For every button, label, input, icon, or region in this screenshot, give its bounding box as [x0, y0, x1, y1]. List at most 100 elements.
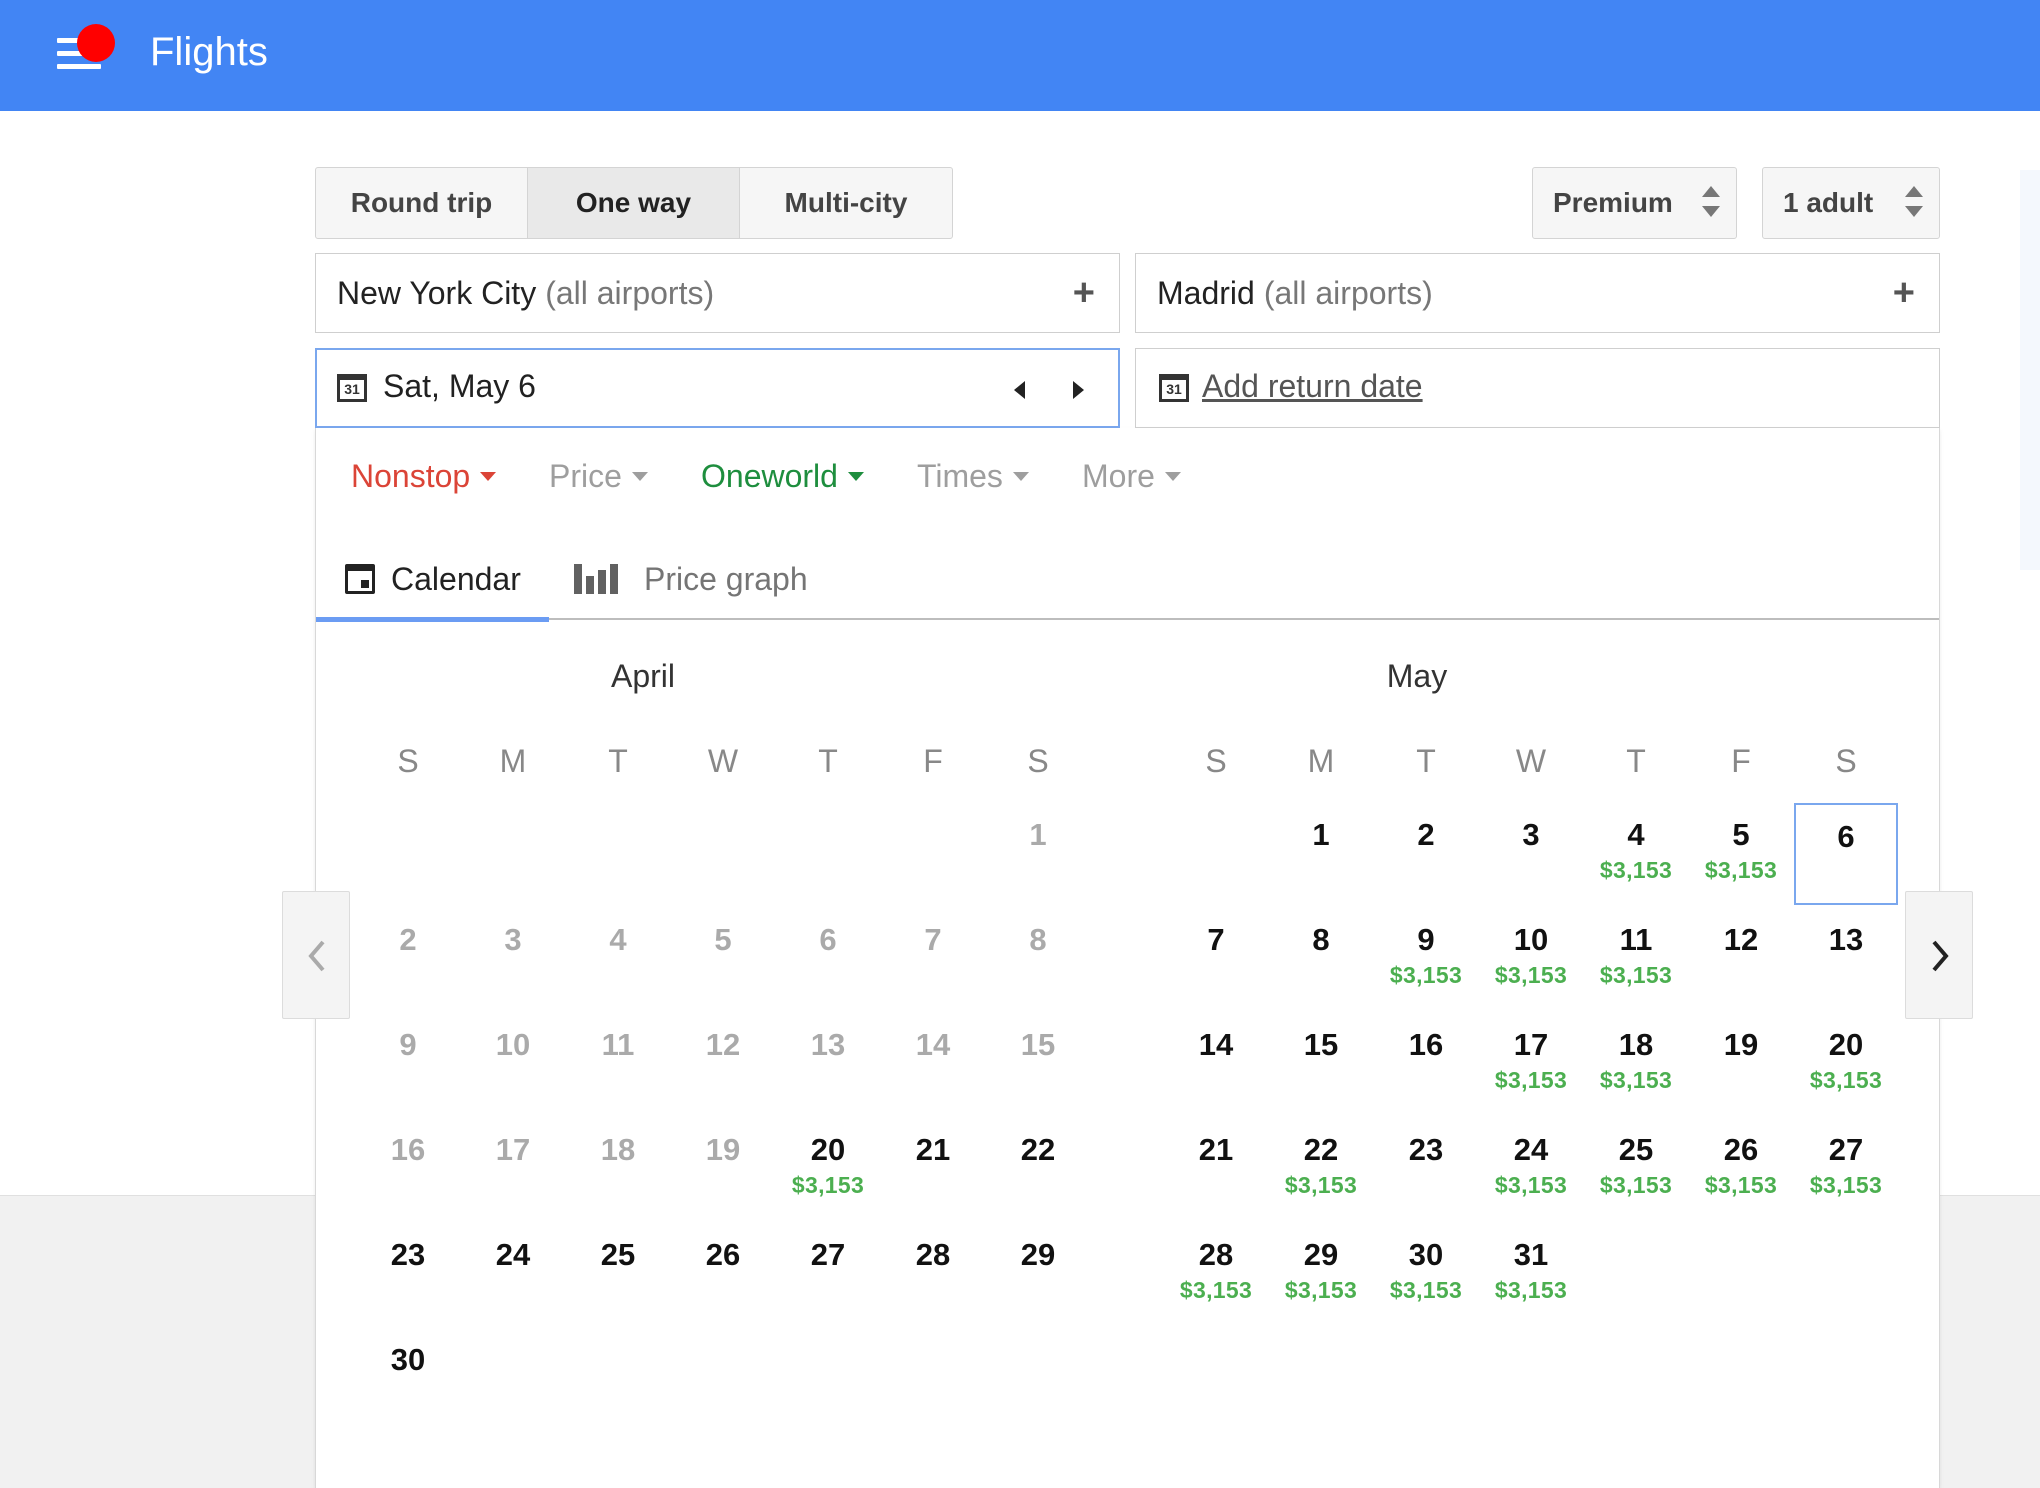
calendar-day[interactable]: 24 $3,153	[1479, 1118, 1583, 1220]
calendar-day[interactable]: 20 $3,153	[776, 1118, 880, 1220]
day-number: 15	[1303, 1027, 1339, 1062]
calendar-day[interactable]: 29	[986, 1223, 1090, 1325]
next-date-icon[interactable]	[1073, 381, 1084, 399]
tab-label: Calendar	[391, 560, 521, 597]
weekday-header: F	[1731, 743, 1751, 779]
weekday-header: T	[608, 743, 628, 779]
calendar-day[interactable]: 28 $3,153	[1164, 1223, 1268, 1325]
calendar-day[interactable]: 3	[1479, 803, 1583, 905]
calendar-day[interactable]: 19	[1689, 1013, 1793, 1115]
calendar-icon: 31	[337, 374, 367, 402]
next-month-button[interactable]	[1905, 891, 1973, 1019]
cabin-class-select[interactable]: Premium	[1532, 167, 1737, 239]
tab-price-graph[interactable]: Price graph	[574, 538, 834, 620]
calendar-day[interactable]: 14	[1164, 1013, 1268, 1115]
calendar-day[interactable]: 16	[1374, 1013, 1478, 1115]
previous-month-button[interactable]	[282, 891, 350, 1019]
filter-label: Times	[917, 458, 1003, 494]
calendar-day[interactable]: 18 $3,153	[1584, 1013, 1688, 1115]
calendar-day[interactable]: 7	[1164, 908, 1268, 1010]
calendar-day[interactable]: 11 $3,153	[1584, 908, 1688, 1010]
tab-calendar[interactable]: Calendar	[316, 538, 549, 622]
day-number: 29	[1020, 1237, 1056, 1272]
calendar-day: 12	[671, 1013, 775, 1115]
return-date-field[interactable]: 31 Add return date	[1135, 348, 1940, 428]
departure-date-field[interactable]: 31 Sat, May 6	[315, 348, 1120, 428]
calendar-day[interactable]: 1	[1269, 803, 1373, 905]
calendar-icon	[345, 564, 375, 594]
calendar-day[interactable]: 26 $3,153	[1689, 1118, 1793, 1220]
calendar-day: 16	[356, 1118, 460, 1220]
calendar-day[interactable]: 26	[671, 1223, 775, 1325]
chevron-left-icon	[308, 940, 325, 972]
weekday-header: S	[1205, 743, 1227, 779]
filter-nonstop[interactable]: Nonstop	[351, 458, 497, 495]
day-number: 11	[601, 1027, 635, 1062]
calendar-day[interactable]: 27	[776, 1223, 880, 1325]
weekday-header: F	[923, 743, 943, 779]
calendar-day: 10	[461, 1013, 565, 1115]
add-return-date-link[interactable]: Add return date	[1202, 368, 1423, 405]
caret-down-icon	[847, 472, 864, 481]
day-number: 11	[1619, 922, 1653, 957]
weekday-header: W	[1515, 743, 1547, 779]
calendar-day[interactable]: 28	[881, 1223, 985, 1325]
day-number: 4	[609, 922, 627, 957]
calendar-day[interactable]: 25 $3,153	[1584, 1118, 1688, 1220]
add-origin-button[interactable]: +	[1073, 272, 1095, 315]
filter-alliance[interactable]: Oneworld	[701, 458, 864, 495]
passengers-select[interactable]: 1 adult	[1762, 167, 1940, 239]
calendar-day[interactable]: 21	[1164, 1118, 1268, 1220]
previous-date-icon[interactable]	[1014, 381, 1025, 399]
departure-date-value: Sat, May 6	[383, 368, 536, 404]
day-price: $3,153	[791, 1172, 865, 1198]
day-number: 24	[495, 1237, 531, 1272]
day-number: 16	[1408, 1027, 1444, 1062]
day-price: $3,153	[1809, 1067, 1883, 1093]
filter-times[interactable]: Times	[917, 458, 1029, 495]
day-number: 31	[1513, 1237, 1549, 1272]
calendar-day[interactable]: 31 $3,153	[1479, 1223, 1583, 1325]
calendar-day[interactable]: 25	[566, 1223, 670, 1325]
add-destination-button[interactable]: +	[1893, 272, 1915, 315]
calendar-day[interactable]: 30 $3,153	[1374, 1223, 1478, 1325]
calendar-day[interactable]: 29 $3,153	[1269, 1223, 1373, 1325]
calendar-day[interactable]: 12	[1689, 908, 1793, 1010]
calendar-day[interactable]: 17 $3,153	[1479, 1013, 1583, 1115]
calendar-day[interactable]: 15	[1269, 1013, 1373, 1115]
origin-city: New York City	[337, 274, 537, 311]
day-price: $3,153	[1389, 1277, 1463, 1303]
calendar-day: 5	[671, 908, 775, 1010]
calendar-day[interactable]: 5 $3,153	[1689, 803, 1793, 905]
calendar-day[interactable]: 23	[356, 1223, 460, 1325]
filter-more[interactable]: More	[1082, 458, 1181, 495]
calendar-day[interactable]: 30	[356, 1328, 460, 1430]
calendar-day-selected[interactable]: 6	[1794, 803, 1898, 905]
trip-type-multi-city[interactable]: Multi-city	[740, 168, 952, 238]
calendar-day[interactable]: 9 $3,153	[1374, 908, 1478, 1010]
destination-field[interactable]: Madrid (all airports) +	[1135, 253, 1940, 333]
calendar-day[interactable]: 21	[881, 1118, 985, 1220]
calendar-day[interactable]: 2	[1374, 803, 1478, 905]
app-title: Flights	[150, 30, 268, 74]
trip-type-round-trip[interactable]: Round trip	[316, 168, 528, 238]
destination-qualifier: (all airports)	[1263, 274, 1433, 311]
day-number: 18	[600, 1132, 636, 1167]
calendar-day[interactable]: 24	[461, 1223, 565, 1325]
weekday-header: W	[707, 743, 739, 779]
calendar-day[interactable]: 22	[986, 1118, 1090, 1220]
calendar-day[interactable]: 13	[1794, 908, 1898, 1010]
filter-price[interactable]: Price	[549, 458, 648, 495]
trip-type-one-way[interactable]: One way	[528, 168, 740, 238]
calendar-day: 6	[776, 908, 880, 1010]
calendar-day: 1	[986, 803, 1090, 905]
calendar-day[interactable]: 4 $3,153	[1584, 803, 1688, 905]
calendar-day[interactable]: 20 $3,153	[1794, 1013, 1898, 1115]
calendar-day[interactable]: 27 $3,153	[1794, 1118, 1898, 1220]
calendar-day[interactable]: 8	[1269, 908, 1373, 1010]
day-number: 22	[1020, 1132, 1056, 1167]
calendar-day[interactable]: 23	[1374, 1118, 1478, 1220]
origin-field[interactable]: New York City (all airports) +	[315, 253, 1120, 333]
calendar-day[interactable]: 10 $3,153	[1479, 908, 1583, 1010]
calendar-day[interactable]: 22 $3,153	[1269, 1118, 1373, 1220]
